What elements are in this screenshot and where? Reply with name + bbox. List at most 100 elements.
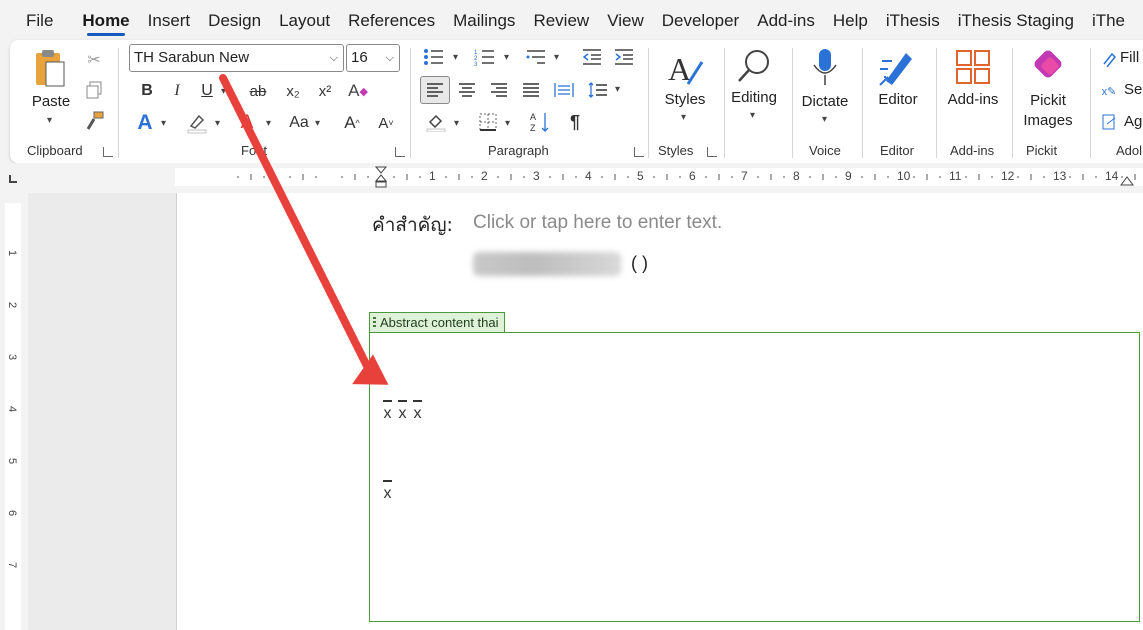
align-left-icon[interactable] bbox=[420, 76, 450, 104]
shrink-font-button[interactable]: A ˅ bbox=[374, 111, 398, 135]
clear-formatting-icon[interactable]: A ◆ bbox=[346, 80, 370, 102]
menu-tab-view[interactable]: View bbox=[598, 0, 653, 40]
pickit-icon[interactable] bbox=[1028, 46, 1068, 86]
menu-tab-insert[interactable]: Insert bbox=[139, 0, 200, 40]
fill-button[interactable]: Fill bbox=[1120, 49, 1139, 66]
strikethrough-button[interactable]: ab bbox=[246, 80, 270, 102]
justify-icon[interactable] bbox=[520, 78, 542, 102]
add-ins-icon[interactable] bbox=[954, 48, 992, 86]
content-control-box[interactable] bbox=[369, 332, 1140, 622]
superscript-button[interactable]: x² bbox=[314, 80, 336, 102]
borders-chevron-icon[interactable]: ▾ bbox=[505, 118, 510, 129]
distributed-icon[interactable] bbox=[552, 78, 576, 102]
search-icon[interactable] bbox=[734, 46, 774, 86]
shading-chevron-icon[interactable]: ▾ bbox=[454, 118, 459, 129]
text-effects-icon[interactable]: A bbox=[134, 111, 156, 135]
send-button[interactable]: Ser bbox=[1124, 81, 1143, 98]
pickit-images-button[interactable]: Pickit Images bbox=[1018, 91, 1078, 131]
paragraph-launcher-icon[interactable] bbox=[634, 147, 644, 157]
bullets-chevron-icon[interactable]: ▾ bbox=[453, 52, 458, 63]
font-color-icon[interactable]: A bbox=[236, 111, 258, 135]
menu-tab-file[interactable]: File bbox=[0, 0, 73, 40]
menu-tab-developer[interactable]: Developer bbox=[653, 0, 749, 40]
menu-tab-mailings[interactable]: Mailings bbox=[444, 0, 524, 40]
microphone-icon[interactable] bbox=[807, 46, 843, 88]
menu-tab-references[interactable]: References bbox=[339, 0, 444, 40]
underline-chevron-icon[interactable]: ▾ bbox=[221, 86, 226, 97]
font-name-combo[interactable]: TH Sarabun New ⌵ bbox=[129, 44, 344, 72]
clipboard-launcher-icon[interactable] bbox=[103, 147, 113, 157]
change-case-button[interactable]: Aa bbox=[286, 111, 312, 135]
horizontal-ruler[interactable]: 1 2 3 4 5 6 7 8 9 10 11 12 13 14 bbox=[175, 166, 1143, 188]
highlight-chevron-icon[interactable]: ▾ bbox=[215, 118, 220, 129]
menu-tab-add-ins[interactable]: Add-ins bbox=[748, 0, 824, 40]
multilevel-list-icon[interactable] bbox=[524, 46, 548, 68]
styles-chevron-icon[interactable]: ▾ bbox=[681, 112, 686, 123]
menu-tab-ithe[interactable]: iThe bbox=[1083, 0, 1134, 40]
text-effects-chevron-icon[interactable]: ▾ bbox=[161, 118, 166, 129]
editing-chevron-icon[interactable]: ▾ bbox=[750, 110, 755, 121]
dictate-button[interactable]: Dictate bbox=[796, 93, 854, 110]
paste-button[interactable]: Paste bbox=[30, 93, 72, 110]
editor-icon[interactable] bbox=[876, 46, 920, 88]
ruler-corner-icon[interactable] bbox=[9, 175, 17, 183]
paste-icon[interactable] bbox=[32, 48, 68, 90]
italic-button[interactable]: I bbox=[166, 80, 188, 102]
chevron-down-icon[interactable]: ⌵ bbox=[386, 45, 394, 71]
vertical-ruler[interactable]: 1 2 3 4 5 6 7 bbox=[5, 203, 21, 630]
menu-tab-layout[interactable]: Layout bbox=[270, 0, 339, 40]
menu-tab-design[interactable]: Design bbox=[199, 0, 270, 40]
chevron-down-icon[interactable]: ⌵ bbox=[330, 45, 338, 71]
editor-button[interactable]: Editor bbox=[870, 91, 926, 108]
cut-icon[interactable]: ✂ bbox=[84, 50, 104, 70]
copy-icon[interactable] bbox=[84, 80, 104, 100]
styles-button[interactable]: Styles bbox=[660, 91, 710, 108]
right-indent-marker-icon[interactable] bbox=[1120, 172, 1134, 186]
show-marks-button[interactable]: ¶ bbox=[564, 110, 586, 134]
keyword-placeholder[interactable]: Click or tap here to enter text. bbox=[473, 212, 722, 234]
shading-icon[interactable] bbox=[424, 110, 448, 134]
menu-tab-ithesis[interactable]: iThesis bbox=[877, 0, 949, 40]
font-launcher-icon[interactable] bbox=[395, 147, 405, 157]
sort-icon[interactable]: AZ bbox=[528, 110, 552, 134]
add-ins-button[interactable]: Add-ins bbox=[940, 91, 1006, 108]
font-color-chevron-icon[interactable]: ▾ bbox=[266, 118, 271, 129]
paste-chevron-icon[interactable]: ▾ bbox=[47, 115, 52, 126]
menu-tab-home[interactable]: Home bbox=[73, 0, 138, 40]
subscript-button[interactable]: x₂ bbox=[282, 80, 304, 102]
bullets-icon[interactable] bbox=[422, 46, 446, 68]
numbering-chevron-icon[interactable]: ▾ bbox=[504, 52, 509, 63]
send-icon[interactable]: x✎ bbox=[1100, 82, 1118, 100]
increase-indent-icon[interactable] bbox=[612, 46, 636, 68]
align-right-icon[interactable] bbox=[488, 78, 510, 102]
multilevel-chevron-icon[interactable]: ▾ bbox=[554, 52, 559, 63]
content-control-tag[interactable]: Abstract content thai bbox=[369, 312, 505, 333]
line-spacing-icon[interactable] bbox=[586, 78, 610, 102]
change-case-chevron-icon[interactable]: ▾ bbox=[315, 118, 320, 129]
line-spacing-chevron-icon[interactable]: ▾ bbox=[615, 84, 620, 95]
menu-tab-ithesis-staging[interactable]: iThesis Staging bbox=[949, 0, 1083, 40]
agreement-button[interactable]: Ag bbox=[1124, 113, 1142, 130]
styles-icon[interactable]: A bbox=[666, 48, 706, 88]
decrease-indent-icon[interactable] bbox=[580, 46, 604, 68]
dictate-chevron-icon[interactable]: ▾ bbox=[822, 114, 827, 125]
fill-sign-icon[interactable] bbox=[1100, 50, 1118, 68]
font-size-combo[interactable]: 16 ⌵ bbox=[346, 44, 400, 72]
xbar-symbol: x bbox=[395, 400, 410, 423]
ruler-tick-label: 5 bbox=[637, 169, 644, 183]
format-painter-icon[interactable] bbox=[84, 110, 106, 132]
highlight-icon[interactable] bbox=[186, 111, 208, 135]
menu-tab-review[interactable]: Review bbox=[524, 0, 598, 40]
borders-icon[interactable] bbox=[476, 110, 500, 134]
agreement-icon[interactable] bbox=[1100, 113, 1118, 131]
grow-font-button[interactable]: A ^ bbox=[340, 111, 364, 135]
align-center-icon[interactable] bbox=[456, 78, 478, 102]
menu-tab-help[interactable]: Help bbox=[824, 0, 877, 40]
editing-button[interactable]: Editing bbox=[726, 89, 782, 106]
indent-marker-icon[interactable] bbox=[374, 166, 388, 188]
numbering-icon[interactable]: 123 bbox=[473, 46, 497, 68]
styles-launcher-icon[interactable] bbox=[707, 147, 717, 157]
underline-button[interactable]: U bbox=[196, 80, 218, 102]
xbar-symbol: x bbox=[380, 480, 395, 503]
bold-button[interactable]: B bbox=[136, 80, 158, 102]
